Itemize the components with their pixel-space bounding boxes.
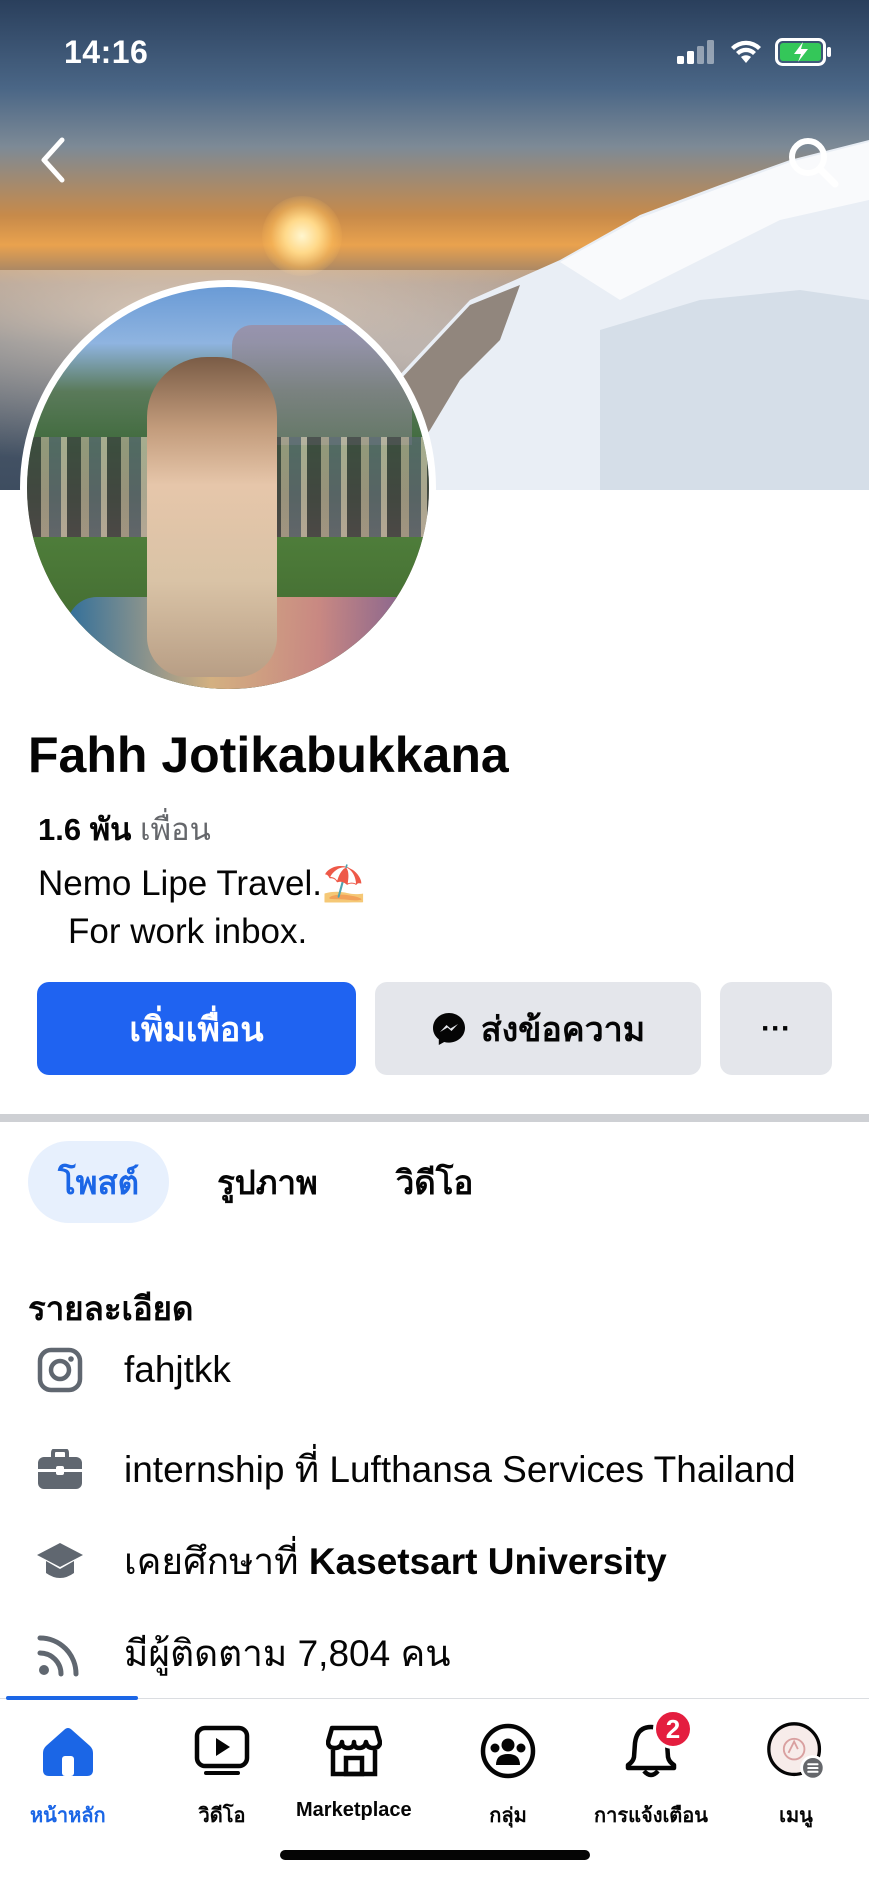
nav-video-label: วิดีโอ bbox=[198, 1805, 246, 1827]
nav-notifications-label: การแจ้งเตือน bbox=[594, 1805, 708, 1827]
tab-posts[interactable]: โพสต์ bbox=[28, 1141, 170, 1223]
groups-icon bbox=[478, 1721, 538, 1781]
message-label: ส่งข้อความ bbox=[480, 1010, 646, 1049]
bell-icon: 2 bbox=[621, 1709, 693, 1781]
instagram-handle: fahjtkk bbox=[124, 1349, 231, 1390]
chevron-left-icon bbox=[41, 137, 65, 183]
active-tab-indicator bbox=[6, 1696, 138, 1700]
search-icon bbox=[789, 138, 839, 188]
avatar-person bbox=[147, 357, 277, 677]
home-icon bbox=[38, 1721, 98, 1781]
details-title: รายละเอียด bbox=[28, 1290, 194, 1327]
friends-label: เพื่อน bbox=[139, 812, 211, 847]
bio-line-1: Nemo Lipe Travel.⛱️ bbox=[38, 860, 366, 908]
nav-menu-label: เมนู bbox=[779, 1805, 813, 1827]
nav-home-label: หน้าหลัก bbox=[30, 1805, 106, 1827]
friends-count[interactable]: 1.6 พัน เพื่อน bbox=[38, 804, 211, 854]
video-icon bbox=[192, 1721, 252, 1781]
wifi-icon bbox=[731, 40, 761, 63]
signal-icon bbox=[677, 40, 714, 64]
add-friend-button[interactable]: เพิ่มเพื่อน bbox=[37, 982, 356, 1075]
bio-line-1-text: Nemo Lipe Travel. bbox=[38, 864, 323, 903]
notification-badge: 2 bbox=[652, 1709, 693, 1749]
education-prefix: เคยศึกษาที่ bbox=[124, 1541, 309, 1582]
nav-home[interactable]: หน้าหลัก bbox=[30, 1721, 106, 1831]
beach-umbrella-emoji: ⛱️ bbox=[322, 864, 366, 903]
instagram-icon bbox=[36, 1346, 84, 1394]
nav-menu[interactable]: เมนู bbox=[766, 1721, 826, 1831]
tab-photos[interactable]: รูปภาพ bbox=[187, 1141, 348, 1223]
detail-instagram[interactable]: fahjtkk bbox=[36, 1346, 231, 1394]
nav-notifications[interactable]: 2 การแจ้งเตือน bbox=[594, 1709, 708, 1831]
more-options-label: ··· bbox=[761, 1011, 791, 1045]
followers-text: มีผู้ติดตาม 7,804 คน bbox=[124, 1633, 451, 1674]
messenger-icon bbox=[432, 1012, 465, 1045]
status-time: 14:16 bbox=[64, 34, 149, 70]
profile-bio: Nemo Lipe Travel.⛱️ For work inbox. bbox=[38, 860, 366, 956]
menu-avatar-icon bbox=[766, 1721, 826, 1781]
section-divider bbox=[0, 1114, 869, 1122]
battery-charging-icon bbox=[775, 38, 831, 66]
search-button[interactable] bbox=[785, 134, 841, 190]
more-options-button[interactable]: ··· bbox=[720, 982, 832, 1075]
nav-groups[interactable]: กลุ่ม bbox=[478, 1721, 538, 1831]
nav-marketplace[interactable]: Marketplace bbox=[296, 1721, 412, 1822]
home-indicator[interactable] bbox=[280, 1850, 590, 1860]
marketplace-icon bbox=[324, 1721, 384, 1781]
friends-count-value: 1.6 พัน bbox=[38, 812, 132, 847]
status-icons bbox=[677, 38, 833, 66]
profile-tabs: โพสต์ รูปภาพ วิดีโอ bbox=[28, 1141, 521, 1223]
nav-video[interactable]: วิดีโอ bbox=[192, 1721, 252, 1831]
message-button[interactable]: ส่งข้อความ bbox=[375, 982, 701, 1075]
detail-work[interactable]: internship ที่ Lufthansa Services Thaila… bbox=[36, 1440, 796, 1499]
education-school: Kasetsart University bbox=[308, 1540, 667, 1582]
profile-name: Fahh Jotikabukkana bbox=[28, 727, 509, 783]
bio-line-2: For work inbox. bbox=[68, 912, 308, 951]
add-friend-label: เพิ่มเพื่อน bbox=[129, 1010, 264, 1049]
nav-marketplace-label: Marketplace bbox=[296, 1799, 412, 1821]
nav-groups-label: กลุ่ม bbox=[489, 1805, 527, 1827]
detail-followers[interactable]: มีผู้ติดตาม 7,804 คน bbox=[36, 1624, 451, 1683]
detail-education[interactable]: เคยศึกษาที่ Kasetsart University bbox=[36, 1532, 667, 1591]
briefcase-icon bbox=[36, 1446, 84, 1494]
tab-videos[interactable]: วิดีโอ bbox=[366, 1141, 504, 1223]
back-button[interactable] bbox=[30, 130, 80, 190]
rss-followers-icon bbox=[36, 1630, 84, 1678]
graduation-cap-icon bbox=[36, 1538, 84, 1586]
profile-picture[interactable] bbox=[20, 280, 436, 696]
work-text: internship ที่ Lufthansa Services Thaila… bbox=[124, 1449, 796, 1490]
